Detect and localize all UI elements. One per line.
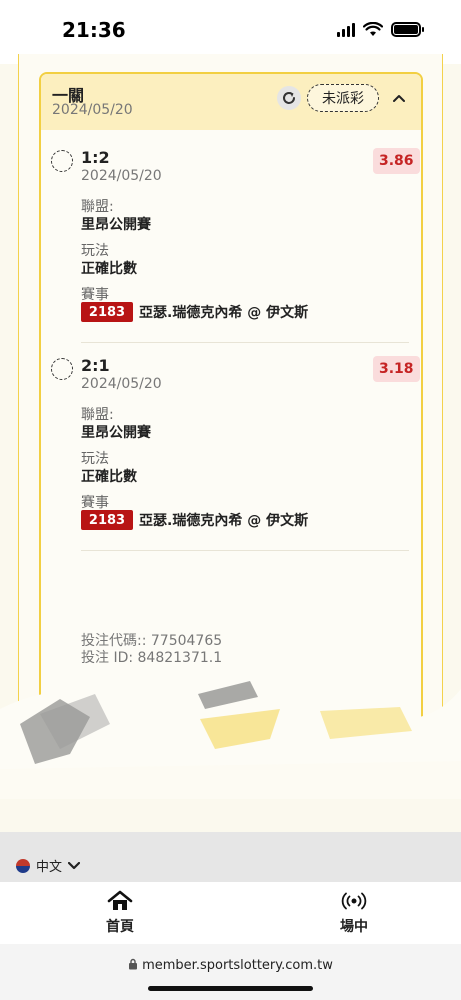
event-label: 賽事 — [81, 495, 109, 511]
bet-score: 2:1 — [81, 356, 110, 375]
taiwan-flag-icon — [16, 858, 30, 873]
nav-live-label: 場中 — [340, 919, 368, 935]
battery-icon — [391, 22, 424, 37]
language-bar: 中文 — [0, 832, 461, 882]
language-selector[interactable]: 中文 — [16, 856, 81, 875]
url-display: member.sportslottery.com.tw — [0, 958, 461, 973]
browser-url-bar[interactable]: member.sportslottery.com.tw — [0, 944, 461, 1000]
lock-icon — [129, 958, 138, 970]
selection-radio[interactable] — [51, 358, 73, 380]
nav-live[interactable]: 場中 — [324, 890, 384, 936]
bet-date: 2024/05/20 — [81, 168, 162, 184]
bottom-nav: 首頁 場中 — [0, 882, 461, 944]
event-row: 2183 亞瑟.瑞德克內希 @ 伊文斯 — [81, 510, 308, 530]
status-icons — [337, 22, 424, 37]
play-label: 玩法 — [81, 451, 109, 467]
wifi-icon — [363, 22, 383, 36]
bet-id: 投注 ID: 84821371.1 — [81, 650, 223, 666]
event-code-badge: 2183 — [81, 510, 133, 530]
event-row: 2183 亞瑟.瑞德克內希 @ 伊文斯 — [81, 302, 308, 322]
status-badge: 未派彩 — [307, 84, 379, 112]
odds-badge: 3.18 — [373, 356, 420, 382]
home-icon — [107, 890, 133, 910]
event-code-badge: 2183 — [81, 302, 133, 322]
bet-date: 2024/05/20 — [81, 376, 162, 392]
league-label: 聯盟: — [81, 407, 114, 423]
divider — [81, 550, 409, 551]
collapse-button[interactable] — [389, 88, 409, 108]
home-indicator — [148, 986, 313, 991]
language-label: 中文 — [36, 860, 63, 875]
play-value: 正確比數 — [81, 469, 137, 485]
chevron-up-icon — [393, 95, 405, 102]
divider — [81, 342, 409, 343]
bet-score: 1:2 — [81, 148, 110, 167]
cellular-signal-icon — [337, 22, 355, 37]
nav-home[interactable]: 首頁 — [90, 890, 150, 936]
page-content: 一關 2024/05/20 未派彩 1:2 2024/05/20 3.86 聯盟… — [0, 54, 461, 832]
refresh-button[interactable] — [277, 86, 301, 110]
event-name: 亞瑟.瑞德克內希 @ 伊文斯 — [139, 305, 309, 321]
play-value: 正確比數 — [81, 261, 137, 277]
league-label: 聯盟: — [81, 199, 114, 215]
status-time: 21:36 — [62, 18, 126, 42]
chevron-down-icon — [68, 861, 81, 869]
refresh-icon — [283, 92, 295, 104]
event-name: 亞瑟.瑞德克內希 @ 伊文斯 — [139, 513, 309, 529]
league-value: 里昂公開賽 — [81, 217, 151, 233]
ticket-card: 一關 2024/05/20 未派彩 1:2 2024/05/20 3.86 聯盟… — [39, 72, 423, 732]
selection-radio[interactable] — [51, 150, 73, 172]
nav-home-label: 首頁 — [106, 919, 134, 935]
url-text: member.sportslottery.com.tw — [142, 958, 333, 973]
odds-badge: 3.86 — [373, 148, 420, 174]
event-label: 賽事 — [81, 287, 109, 303]
play-label: 玩法 — [81, 243, 109, 259]
ticket-header[interactable]: 一關 2024/05/20 未派彩 — [41, 74, 421, 130]
league-value: 里昂公開賽 — [81, 425, 151, 441]
ticket-date: 2024/05/20 — [52, 102, 133, 118]
broadcast-icon — [341, 892, 367, 910]
